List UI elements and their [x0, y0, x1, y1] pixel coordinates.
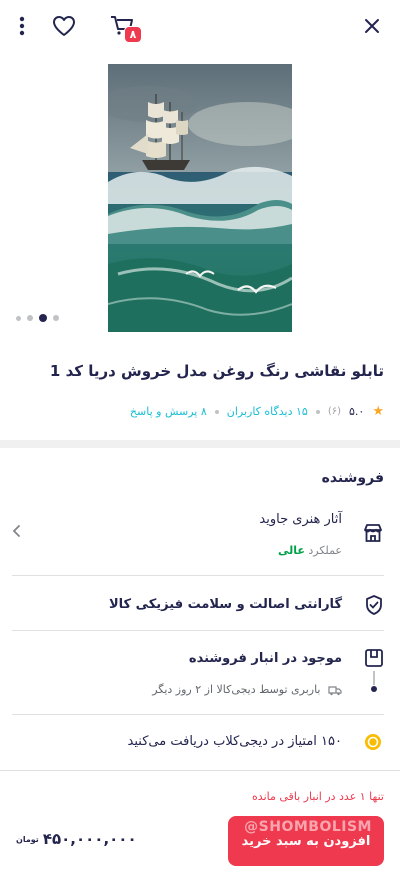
top-bar: ۸ [0, 0, 400, 52]
shield-check-icon [366, 595, 382, 615]
shipping-text: باربری توسط دیجی‌کالا از ۲ روز دیگر [152, 683, 321, 696]
chevron-left-icon [12, 525, 20, 537]
coin-icon [365, 734, 381, 750]
warehouse-icon [365, 649, 383, 667]
gallery-dot-active[interactable] [39, 314, 47, 322]
separator-dot [214, 409, 219, 414]
seascape-painting [108, 64, 292, 332]
performance-label: عملکرد [308, 544, 342, 557]
gallery-indicator[interactable] [16, 314, 59, 322]
more-icon[interactable] [8, 12, 36, 40]
shipping-info: باربری توسط دیجی‌کالا از ۲ روز دیگر [152, 683, 342, 696]
timeline-dot [371, 686, 377, 692]
seller-name: آثار هنری جاوید [259, 512, 342, 527]
price-value: ۴۵۰,۰۰۰,۰۰۰ [42, 830, 137, 848]
star-icon: ★ [372, 404, 384, 419]
rating-count: (۶) [327, 406, 342, 417]
product-image[interactable] [108, 64, 292, 332]
stock-status: موجود در انبار فروشنده [188, 651, 342, 666]
shop-icon [364, 524, 382, 542]
cart-count-badge: ۸ [124, 26, 142, 43]
separator-dot [315, 409, 320, 414]
section-divider [0, 440, 400, 448]
price: تومان ۴۵۰,۰۰۰,۰۰۰ [16, 830, 137, 848]
stock-remaining: تنها ۱ عدد در انبار باقی مانده [252, 790, 384, 803]
gallery-dot[interactable] [53, 315, 59, 321]
watermark: @SHOMBOLISM [244, 819, 372, 835]
heart-icon[interactable] [50, 12, 78, 40]
performance-value: عالی [277, 544, 305, 557]
warranty-text: گارانتی اصالت و سلامت فیزیکی کالا [108, 597, 342, 612]
gallery-dot[interactable] [27, 315, 33, 321]
seller-heading: فروشنده [321, 470, 384, 486]
rating-value: ۵.۰ [349, 405, 365, 418]
row-divider [12, 575, 384, 576]
questions-link[interactable]: ۸ پرسش و پاسخ [130, 405, 207, 418]
seller-performance: عملکرد عالی [278, 544, 342, 557]
truck-icon [328, 685, 342, 695]
bottom-bar-divider [0, 770, 400, 771]
product-title: تابلو نقاشی رنگ روغن مدل خروش دریا کد 1 [49, 362, 384, 380]
gallery-dot[interactable] [16, 315, 21, 321]
row-divider [12, 714, 384, 715]
timeline-line [373, 671, 375, 685]
reviews-link[interactable]: ۱۵ دیدگاه کاربران [227, 405, 308, 418]
row-divider [12, 630, 384, 631]
product-meta: ★ ۵.۰ (۶) ۱۵ دیدگاه کاربران ۸ پرسش و پاس… [130, 404, 384, 419]
points-text: ۱۵۰ امتیاز در دیجی‌کلاب دریافت می‌کنید [127, 734, 342, 749]
close-icon[interactable] [358, 12, 386, 40]
currency-label: تومان [16, 834, 39, 844]
